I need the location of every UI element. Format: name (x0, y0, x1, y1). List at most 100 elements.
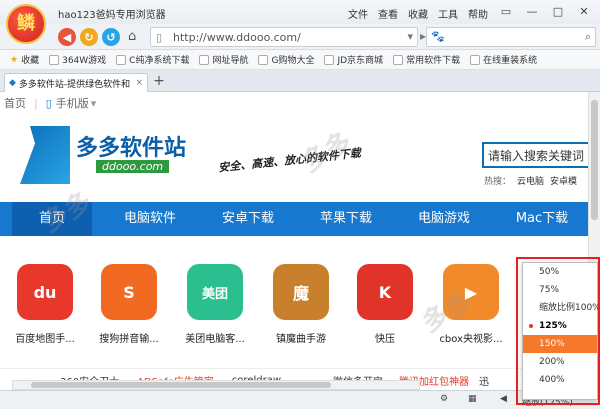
site-icon (258, 54, 269, 65)
logo-mark-icon (20, 126, 70, 184)
zoom-option-150[interactable]: 150% (523, 335, 597, 353)
zoom-menu: 50% 75% 缩放比例100% 125% 150% 200% 400% (522, 262, 600, 400)
meituan-icon: 美团 (187, 264, 243, 320)
game-icon: 魔 (273, 264, 329, 320)
dropdown-icon[interactable]: ▾ (407, 30, 413, 43)
site-icon (470, 54, 481, 65)
nav-pc-software[interactable]: 电脑软件 (108, 202, 192, 236)
tab-title: 多多软件站-提供绿色软件和 (18, 79, 131, 90)
minimize-icon[interactable]: — (520, 2, 544, 20)
search-engine-icon[interactable]: 🐾 (431, 30, 445, 43)
bookmark-favorites[interactable]: ★ 收藏 (10, 53, 39, 67)
nav-pc-games[interactable]: 电脑游戏 (402, 202, 486, 236)
app-label: 镇魔曲手游 (276, 334, 326, 345)
hot-searches: 热搜： 云电脑 安卓模 (484, 177, 578, 187)
menu-help[interactable]: 帮助 (468, 6, 488, 21)
site-slogan: 安全、高速、放心的软件下载 (217, 146, 362, 175)
bookmark-item[interactable]: JD京东商城 (324, 53, 383, 66)
new-tab-button[interactable]: + (152, 74, 166, 88)
app-item[interactable]: S 搜狗拼音输... (94, 264, 164, 345)
sound-icon[interactable]: ◀ (500, 394, 507, 404)
site-icon (199, 54, 210, 65)
grid-icon[interactable]: ▦ (468, 394, 477, 404)
main-nav: 首页 电脑软件 安卓下载 苹果下载 电脑游戏 Mac下载 (0, 202, 600, 236)
nav-mac[interactable]: Mac下载 (500, 202, 584, 236)
scroll-thumb[interactable] (31, 382, 331, 388)
menu-bar: 文件 查看 收藏 工具 帮助 (348, 6, 488, 21)
site-icon (393, 54, 404, 65)
site-search-input[interactable]: 请输入搜索关键词 (482, 142, 600, 168)
maximize-icon[interactable]: □ (546, 2, 570, 20)
app-item[interactable]: du 百度地图手... (10, 264, 80, 345)
bookmark-item[interactable]: 网址导航 (199, 53, 248, 66)
bookmark-item[interactable]: 364W游戏 (49, 53, 106, 66)
app-label: 快压 (375, 334, 395, 345)
horizontal-scrollbar[interactable] (12, 380, 420, 390)
close-icon[interactable]: ✕ (572, 2, 596, 20)
tab-active[interactable]: ◆ 多多软件站-提供绿色软件和 × (4, 73, 148, 92)
bookmarks-bar: ★ 收藏 364W游戏 C纯净系统下载 网址导航 G购物大全 JD京东商城 常用软… (0, 50, 600, 70)
status-bar: ⚙ ▦ ◀ 缩放(125%) (0, 390, 600, 409)
skin-icon[interactable]: ▭ (494, 2, 518, 20)
undo-close-icon[interactable]: ↺ (102, 28, 120, 46)
nav-android[interactable]: 安卓下载 (206, 202, 290, 236)
search-icon[interactable]: ⌕ (585, 30, 591, 44)
menu-view[interactable]: 查看 (378, 6, 398, 21)
app-item[interactable]: 美团 美团电脑客... (180, 264, 250, 345)
zoom-option-400[interactable]: 400% (523, 371, 597, 389)
zoom-option-75[interactable]: 75% (523, 281, 597, 299)
tab-bar: ◆ 多多软件站-提供绿色软件和 × + (0, 70, 600, 92)
close-tab-icon[interactable]: × (135, 78, 143, 88)
bookmark-item[interactable]: C纯净系统下载 (116, 53, 189, 66)
bookmark-item[interactable]: G购物大全 (258, 53, 314, 66)
brand-domain: ddooo.com (96, 160, 170, 173)
sogou-input-icon: S (101, 264, 157, 320)
chevron-down-icon: ▾ (90, 96, 97, 110)
navigation-bar: ◀ ↻ ↺ ⌂ ▯ http://www.ddooo.com/ ▾ ▸ 🐾 ⌕ (0, 24, 600, 50)
zoom-option-100[interactable]: 缩放比例100% (523, 299, 600, 317)
title-bar: hao123爸妈专用浏览器 文件 查看 收藏 工具 帮助 ▭ — □ ✕ (0, 0, 600, 24)
menu-favorites[interactable]: 收藏 (408, 6, 428, 21)
bookmark-item[interactable]: 在线重装系统 (470, 53, 537, 66)
home-link[interactable]: 首页 (4, 95, 26, 111)
web-page: 首页 | ▯ 手机版 ▾ 多多软件站 ddooo.com 安全、高速、放心的软件… (0, 92, 600, 392)
site-icon (49, 54, 60, 65)
home-icon[interactable]: ⌂ (128, 29, 136, 44)
hot-item[interactable]: 安卓模 (550, 177, 577, 187)
page-icon: ▯ (156, 31, 163, 44)
bookmark-item[interactable]: 常用软件下载 (393, 53, 460, 66)
nav-apple[interactable]: 苹果下载 (304, 202, 388, 236)
app-item[interactable]: 魔 镇魔曲手游 (266, 264, 336, 345)
scroll-thumb[interactable] (591, 100, 598, 220)
browser-logo: 鳞 (6, 4, 46, 44)
baidu-map-icon: du (17, 264, 73, 320)
address-text: http://www.ddooo.com/ (173, 31, 301, 44)
app-label: 搜狗拼音输... (99, 334, 159, 345)
list-item[interactable]: 迅 (479, 373, 489, 388)
app-label: 美团电脑客... (185, 334, 245, 345)
brand-name: 多多软件站 (76, 135, 187, 161)
search-box[interactable]: 🐾 ⌕ (426, 27, 596, 47)
nav-home[interactable]: 首页 (12, 202, 92, 236)
gear-icon[interactable]: ⚙ (440, 394, 448, 404)
cbox-icon: ▶ (443, 264, 499, 320)
zoom-option-200[interactable]: 200% (523, 353, 597, 371)
refresh-icon[interactable]: ↻ (80, 28, 98, 46)
star-icon: ★ (10, 54, 19, 65)
kuaiya-icon: K (357, 264, 413, 320)
site-icon (116, 54, 127, 65)
site-icon: ◆ (9, 78, 16, 88)
app-item[interactable]: ▶ cbox央视影... (436, 264, 506, 345)
app-grid: du 百度地图手... S 搜狗拼音输... 美团 美团电脑客... 魔 镇魔曲… (0, 264, 600, 345)
menu-tools[interactable]: 工具 (438, 6, 458, 21)
back-icon[interactable]: ◀ (58, 28, 76, 46)
zoom-option-50[interactable]: 50% (523, 263, 597, 281)
mobile-link[interactable]: 手机版 (56, 95, 89, 111)
mobile-icon: ▯ (45, 96, 52, 110)
hot-item[interactable]: 云电脑 (517, 177, 544, 187)
app-item[interactable]: K 快压 (350, 264, 420, 345)
address-bar[interactable]: ▯ http://www.ddooo.com/ ▾ (150, 27, 418, 47)
menu-file[interactable]: 文件 (348, 6, 368, 21)
site-logo[interactable]: 多多软件站 ddooo.com (20, 126, 200, 186)
zoom-option-125[interactable]: 125% (523, 317, 597, 335)
